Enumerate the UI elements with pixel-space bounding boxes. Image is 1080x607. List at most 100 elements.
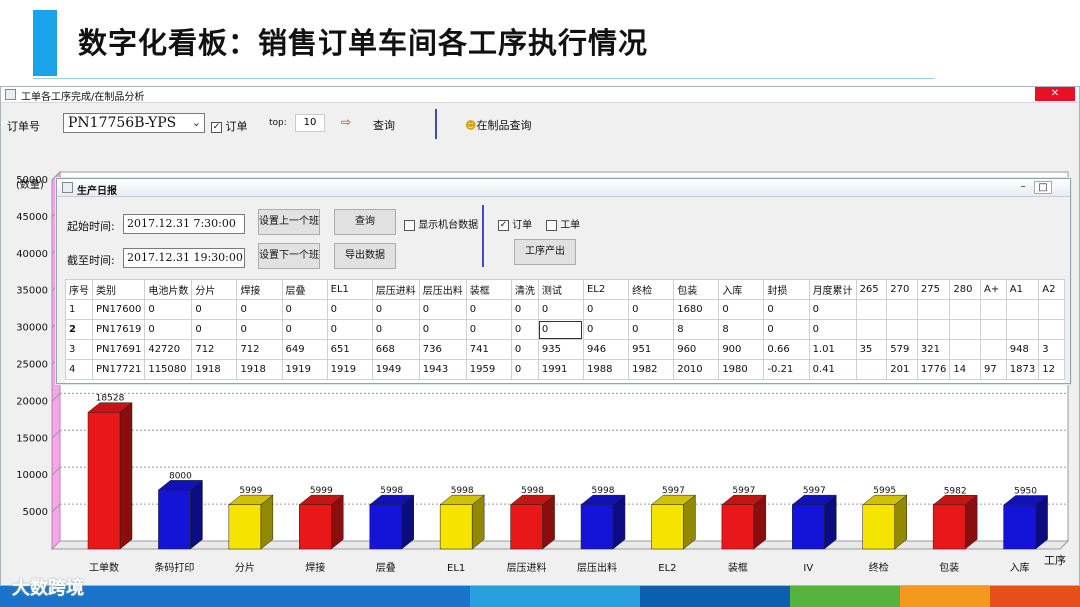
table-cell[interactable]: [1038, 319, 1065, 340]
table-cell[interactable]: 946: [582, 339, 630, 360]
column-header[interactable]: 焊接: [236, 279, 283, 300]
table-cell[interactable]: 1991: [537, 359, 584, 380]
table-cell[interactable]: [855, 319, 888, 340]
table-cell[interactable]: 8: [718, 319, 765, 340]
column-header[interactable]: 265: [855, 279, 888, 300]
table-cell[interactable]: 0: [371, 319, 420, 340]
bar[interactable]: [369, 494, 415, 550]
bar[interactable]: [791, 494, 837, 550]
bar[interactable]: [932, 494, 978, 550]
maximize-button[interactable]: □: [1034, 181, 1052, 194]
table-cell[interactable]: 1919: [326, 359, 373, 380]
table-cell[interactable]: 0: [582, 299, 630, 320]
table-cell[interactable]: 0.41: [808, 359, 857, 380]
table-cell[interactable]: [886, 299, 918, 320]
table-cell[interactable]: 712: [191, 339, 238, 360]
table-cell[interactable]: 1988: [582, 359, 630, 380]
bar[interactable]: [509, 494, 556, 550]
table-cell[interactable]: 0: [763, 299, 810, 320]
table-cell[interactable]: 1776: [916, 359, 951, 380]
table-cell[interactable]: 0: [236, 299, 283, 320]
table-cell[interactable]: [916, 319, 951, 340]
column-header[interactable]: 装框: [465, 279, 512, 300]
table-cell[interactable]: PN17600: [91, 299, 146, 320]
table-cell[interactable]: 0: [371, 299, 420, 320]
column-header[interactable]: EL2: [582, 279, 630, 300]
column-header[interactable]: A+: [980, 279, 1007, 300]
next-shift-button[interactable]: 设置下一个班: [258, 243, 320, 269]
table-cell[interactable]: 0: [281, 319, 328, 340]
table-cell[interactable]: 14: [949, 359, 982, 380]
table-row[interactable]: 3 PN17691 42720 712 712 649 651 668 736 741 0 935 94…: [65, 339, 1065, 360]
column-header[interactable]: 电池片数: [144, 279, 193, 300]
column-header[interactable]: 清洗: [510, 279, 539, 300]
workorder-mode-checkbox-box[interactable]: [546, 219, 557, 231]
table-cell[interactable]: 1.01: [808, 339, 857, 360]
table-cell[interactable]: 0: [718, 299, 765, 320]
table-cell[interactable]: 1982: [628, 359, 675, 380]
row-number-cell[interactable]: 3: [65, 339, 93, 360]
table-cell[interactable]: [980, 299, 1007, 320]
bar[interactable]: [580, 494, 626, 550]
table-cell[interactable]: 736: [418, 339, 467, 360]
table-cell[interactable]: 0: [465, 319, 512, 340]
bar[interactable]: [87, 402, 133, 550]
table-cell[interactable]: 97: [980, 359, 1007, 380]
show-machine-checkbox-box[interactable]: [404, 219, 415, 231]
column-header[interactable]: 280: [949, 279, 982, 300]
table-cell[interactable]: 0: [418, 319, 467, 340]
table-cell[interactable]: 0: [236, 319, 283, 340]
table-cell[interactable]: 1943: [418, 359, 467, 380]
table-cell[interactable]: 741: [465, 339, 512, 360]
table-cell[interactable]: 579: [886, 339, 918, 360]
table-cell[interactable]: 35: [855, 339, 888, 360]
column-header[interactable]: 入库: [718, 279, 765, 300]
table-cell[interactable]: 960: [673, 339, 720, 360]
table-cell[interactable]: [886, 319, 918, 340]
table-cell[interactable]: 0: [510, 299, 539, 320]
column-header[interactable]: 包装: [673, 279, 720, 300]
table-cell[interactable]: 2010: [673, 359, 720, 380]
table-row[interactable]: 1 PN17600 0 0 0 0 0 0 0 0 0 0 0 0 1680 0 0 0: [65, 299, 1065, 320]
order-mode-checkbox[interactable]: ✓ 订单: [498, 216, 532, 231]
column-header[interactable]: 封损: [763, 279, 810, 300]
table-cell[interactable]: PN17619: [91, 319, 146, 340]
row-number-cell[interactable]: 2: [65, 319, 93, 340]
column-header[interactable]: A2: [1038, 279, 1065, 300]
table-cell[interactable]: 201: [886, 359, 918, 380]
table-cell[interactable]: 12: [1038, 359, 1065, 380]
process-output-button[interactable]: 工序产出: [514, 239, 576, 265]
table-cell[interactable]: 0: [510, 339, 539, 360]
column-header[interactable]: 月度累计: [808, 279, 857, 300]
minimize-button[interactable]: –: [1014, 181, 1032, 194]
table-cell[interactable]: 1980: [718, 359, 765, 380]
table-cell[interactable]: 1918: [191, 359, 238, 380]
table-cell[interactable]: 0: [191, 299, 238, 320]
column-header[interactable]: 序号: [65, 279, 93, 300]
table-cell[interactable]: 0: [191, 319, 238, 340]
table-cell[interactable]: 0: [510, 359, 539, 380]
column-header[interactable]: 类别: [91, 279, 146, 300]
table-cell[interactable]: -0.21: [763, 359, 810, 380]
table-cell[interactable]: [949, 299, 982, 320]
prev-shift-button[interactable]: 设置上一个班: [258, 209, 320, 235]
table-cell[interactable]: [1005, 319, 1040, 340]
bar[interactable]: [650, 494, 697, 550]
table-cell[interactable]: 0.66: [763, 339, 810, 360]
column-header[interactable]: 终检: [628, 279, 675, 300]
table-cell[interactable]: 321: [916, 339, 951, 360]
table-cell[interactable]: 649: [281, 339, 328, 360]
bar[interactable]: [1002, 494, 1049, 550]
table-cell[interactable]: PN17691: [91, 339, 146, 360]
table-cell[interactable]: [980, 319, 1007, 340]
table-cell[interactable]: 1949: [371, 359, 420, 380]
table-cell[interactable]: 0: [326, 319, 373, 340]
table-cell[interactable]: 0: [808, 319, 857, 340]
table-cell[interactable]: 3: [1038, 339, 1065, 360]
show-machine-checkbox[interactable]: 显示机台数据: [404, 216, 478, 231]
column-header[interactable]: 层压出料: [418, 279, 467, 300]
table-cell[interactable]: 0: [582, 319, 630, 340]
table-cell[interactable]: 0: [628, 319, 675, 340]
bar[interactable]: [862, 494, 908, 550]
bar[interactable]: [721, 494, 767, 550]
